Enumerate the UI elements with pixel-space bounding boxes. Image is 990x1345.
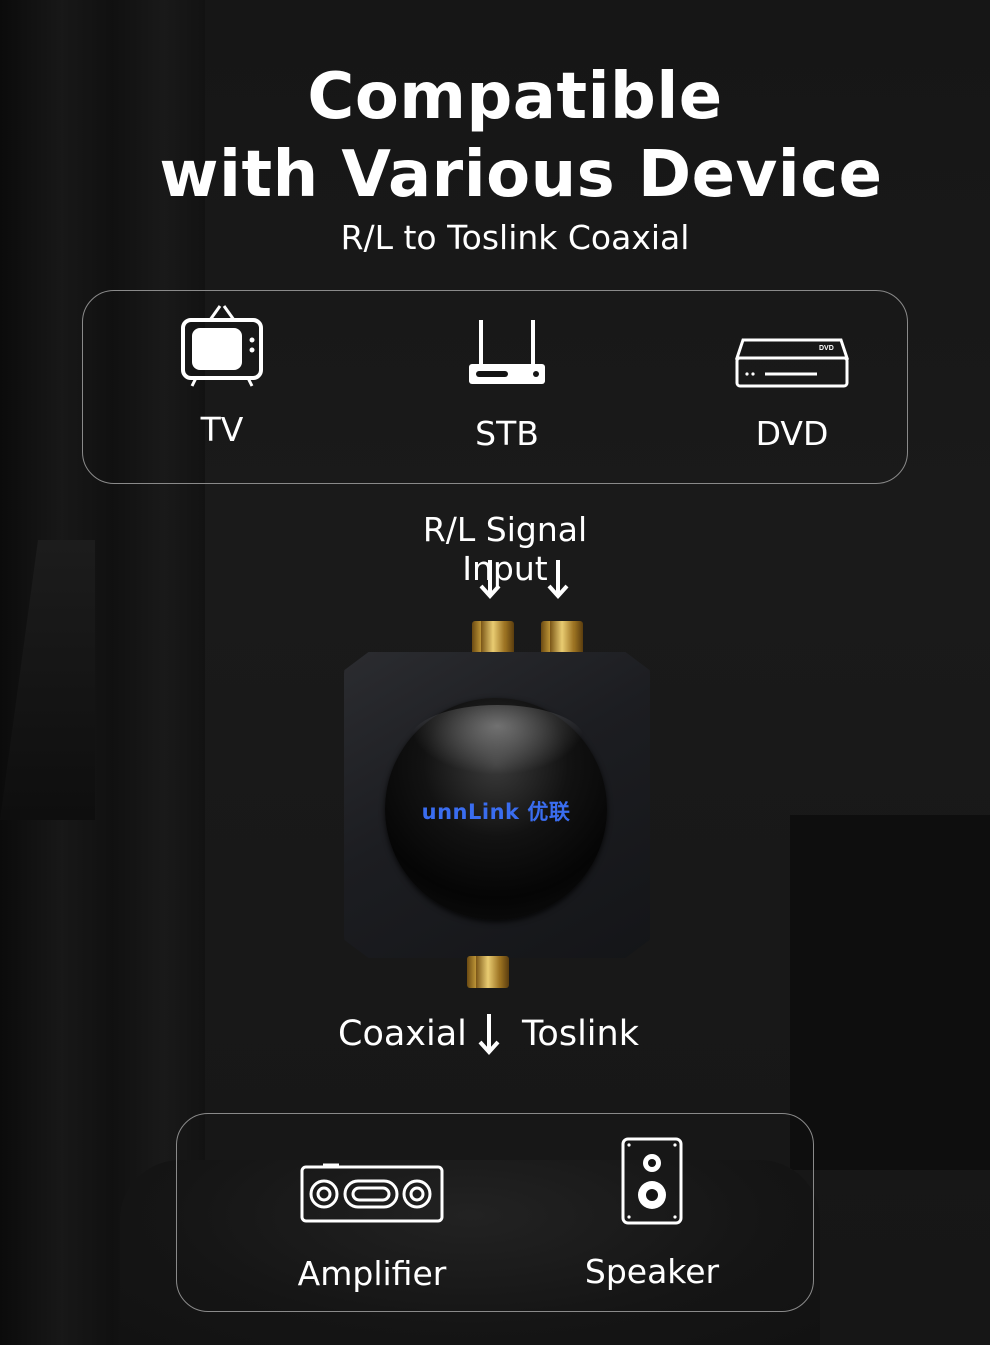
amplifier-icon	[300, 1163, 444, 1223]
sink-label-speaker: Speaker	[584, 1252, 720, 1291]
arrow-down-icon	[479, 560, 501, 599]
output-label-toslink: Toslink	[522, 1014, 639, 1054]
source-label-tv: TV	[200, 410, 244, 449]
rca-input-left	[541, 621, 583, 655]
sink-amplifier: Amplifier	[292, 1162, 452, 1293]
source-label-stb: STB	[475, 414, 539, 453]
sink-speaker: Speaker	[582, 1136, 722, 1291]
output-label-coaxial: Coaxial	[338, 1014, 467, 1054]
source-label-dvd: DVD	[755, 414, 829, 453]
dvd-player-icon: DVD	[735, 338, 849, 388]
tv-icon	[181, 305, 263, 387]
coaxial-output-port	[467, 956, 509, 988]
subtitle: R/L to Toslink Coaxial	[340, 218, 690, 257]
headline-line-1: Compatible	[307, 60, 723, 134]
dome-highlight	[410, 705, 585, 775]
source-dvd: DVD DVD	[732, 336, 852, 453]
rca-input-right	[472, 621, 514, 655]
speaker-icon	[621, 1137, 683, 1225]
arrow-down-icon	[478, 1014, 500, 1055]
source-tv: TV	[162, 304, 282, 449]
brand-logo: unnLink 优联	[421, 800, 571, 824]
signal-input-label: R/L Signal Input	[422, 510, 588, 588]
headline-line-2: with Various Device	[159, 138, 883, 212]
set-top-box-icon	[469, 320, 545, 384]
sink-label-amplifier: Amplifier	[297, 1254, 447, 1293]
wall-tv	[790, 815, 990, 1170]
source-stb: STB	[447, 318, 567, 453]
svg-text:DVD: DVD	[819, 345, 834, 352]
arrow-down-icon	[547, 560, 569, 599]
